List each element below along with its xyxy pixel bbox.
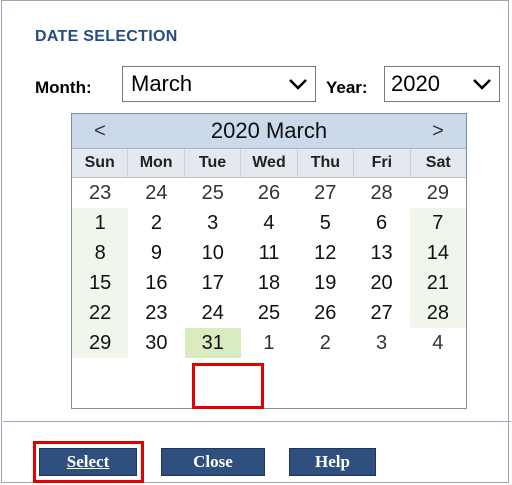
select-button[interactable]: Select (39, 448, 137, 476)
calendar-day[interactable]: 29 (409, 178, 466, 208)
month-select[interactable]: March (122, 66, 316, 102)
calendar-day[interactable]: 1 (240, 328, 298, 358)
calendar-day[interactable]: 4 (241, 208, 297, 238)
weekday-header: Wed (241, 149, 298, 177)
weekday-header: Sat (425, 154, 451, 171)
calendar-day[interactable]: 25 (184, 178, 241, 208)
calendar-day[interactable]: 16 (128, 268, 184, 298)
divider (3, 421, 511, 422)
calendar-day[interactable]: 6 (353, 208, 409, 238)
calendar-day[interactable]: 7 (409, 208, 466, 238)
calendar-day[interactable]: 29 (72, 328, 129, 358)
calendar-day[interactable]: 26 (240, 178, 298, 208)
calendar-day[interactable]: 20 (353, 268, 409, 298)
calendar-day[interactable]: 23 (128, 298, 184, 328)
calendar-day[interactable]: 28 (409, 298, 466, 328)
calendar-day[interactable]: 2 (297, 328, 354, 358)
chevron-down-icon (289, 79, 307, 90)
calendar-day[interactable]: 10 (185, 238, 241, 268)
calendar-day[interactable]: 30 (128, 328, 184, 358)
calendar-day[interactable]: 24 (128, 178, 185, 208)
help-button[interactable]: Help (289, 448, 376, 476)
weekday-header: Mon (128, 149, 185, 177)
calendar-day[interactable]: 14 (409, 238, 466, 268)
weekday-header: Fri (354, 149, 411, 177)
calendar-title: 2020 March (210, 118, 328, 143)
weekday-header: Thu (298, 149, 355, 177)
calendar-day[interactable]: 22 (72, 298, 129, 328)
month-label: Month: (35, 78, 92, 97)
calendar-day[interactable]: 4 (409, 328, 466, 358)
chevron-down-icon (473, 79, 491, 90)
weekday-header: Sun (72, 149, 129, 177)
calendar-day[interactable]: 27 (297, 178, 354, 208)
weekday-header: Tue (185, 149, 242, 177)
weekday-header-row: Sun Mon Tue Wed Thu Fri Sat (72, 149, 466, 178)
next-month-button[interactable]: > (410, 120, 466, 143)
month-select-value: March (131, 71, 193, 96)
calendar-day[interactable]: 9 (128, 238, 184, 268)
calendar-day[interactable]: 3 (185, 208, 241, 238)
calendar-day[interactable]: 25 (241, 298, 297, 328)
date-selection-dialog: DATE SELECTION Month: March Year: 2020 <… (1, 0, 511, 483)
calendar-day[interactable]: 12 (297, 238, 353, 268)
year-select[interactable]: 2020 (384, 66, 500, 102)
year-select-value: 2020 (391, 71, 440, 96)
calendar-day[interactable]: 26 (297, 298, 353, 328)
calendar-day[interactable]: 11 (241, 238, 297, 268)
calendar-day[interactable]: 3 (353, 328, 410, 358)
calendar-day[interactable]: 17 (185, 268, 241, 298)
calendar: < 2020 March > Sun Mon Tue Wed Thu Fri Sat 23 2… (71, 113, 467, 409)
calendar-day[interactable]: 21 (409, 268, 466, 298)
calendar-grid: 23 24 25 26 27 28 29 1 2 3 4 5 6 7 8 9 10 11 12 13 14 15 16 17 1… (72, 178, 466, 358)
calendar-day[interactable]: 18 (241, 268, 297, 298)
calendar-day[interactable]: 31 (184, 328, 241, 358)
calendar-day[interactable]: 23 (72, 178, 129, 208)
calendar-day[interactable]: 1 (72, 208, 129, 238)
dialog-title: DATE SELECTION (35, 28, 178, 45)
calendar-day[interactable]: 5 (297, 208, 353, 238)
year-label: Year: (326, 78, 368, 97)
calendar-day[interactable]: 27 (353, 298, 409, 328)
calendar-day[interactable]: 24 (185, 298, 241, 328)
calendar-header: < 2020 March > (72, 114, 466, 149)
calendar-day[interactable]: 28 (353, 178, 410, 208)
prev-month-button[interactable]: < (72, 120, 128, 143)
calendar-day[interactable]: 8 (72, 238, 129, 268)
close-button[interactable]: Close (161, 448, 265, 476)
calendar-day[interactable]: 13 (353, 238, 409, 268)
calendar-day[interactable]: 15 (72, 268, 129, 298)
calendar-day[interactable]: 2 (128, 208, 184, 238)
calendar-day[interactable]: 19 (297, 268, 353, 298)
